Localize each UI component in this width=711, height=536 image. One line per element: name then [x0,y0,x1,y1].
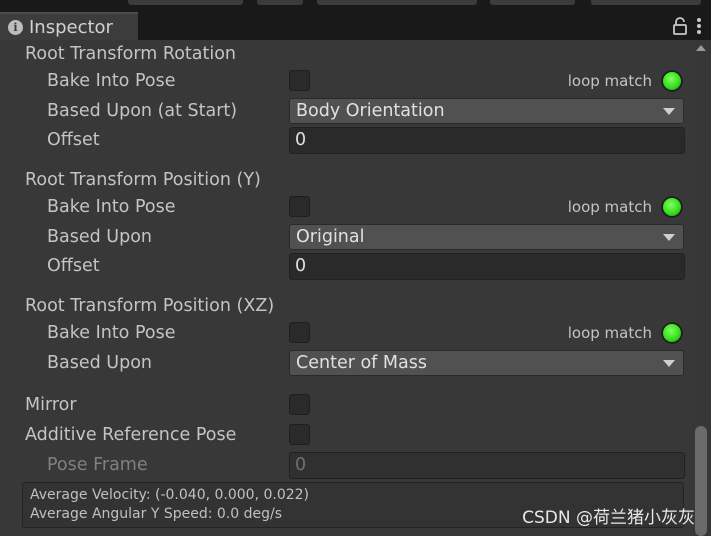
dropdown-value: Center of Mass [296,353,427,373]
toolbar-slot [257,0,303,5]
rotation-offset-row: Offset 0 [0,127,692,154]
loop-match-label: loop match [567,72,652,90]
loop-match-label: loop match [567,324,652,342]
chevron-down-icon [663,360,675,367]
loop-match-indicator-icon [661,322,683,344]
loop-match-indicator-icon [661,196,683,218]
rotation-offset-input[interactable]: 0 [289,127,685,154]
chevron-down-icon [663,234,675,241]
pose-frame-label: Pose Frame [47,455,148,475]
position-y-based-row: Based Upon Original [0,224,692,250]
loop-match-indicator-icon [661,70,683,92]
based-upon-label: Based Upon [47,227,152,247]
rotation-bake-checkbox[interactable] [289,70,310,91]
dropdown-value: Body Orientation [296,101,445,121]
bake-into-pose-label: Bake Into Pose [47,71,176,91]
lock-icon[interactable] [673,17,687,35]
section-heading: Root Transform Position (XZ) [25,296,275,316]
scrollbar-thumb[interactable] [695,426,707,536]
position-xz-bake-row: Bake Into Pose loop match [0,320,692,346]
based-upon-label: Based Upon (at Start) [47,101,238,121]
tab-inspector[interactable]: i Inspector [0,12,138,40]
mirror-row: Mirror [0,392,692,418]
dropdown-value: Original [296,227,365,247]
chevron-down-icon [663,108,675,115]
position-y-offset-row: Offset 0 [0,253,692,280]
scroll-up-icon[interactable] [696,45,706,51]
toolbar-slot [490,0,575,5]
rotation-bake-row: Bake Into Pose loop match [0,68,692,94]
position-xz-section: Root Transform Position (XZ) [0,293,692,319]
toolbar-slot [317,0,477,5]
mirror-checkbox[interactable] [289,394,310,415]
rotation-based-row: Based Upon (at Start) Body Orientation [0,98,692,124]
toolbar-slot [591,0,701,5]
offset-label: Offset [47,256,100,276]
vertical-scrollbar[interactable] [692,40,711,536]
tab-title: Inspector [29,16,113,38]
tab-controls [651,12,711,40]
bake-into-pose-label: Bake Into Pose [47,197,176,217]
additive-reference-pose-checkbox[interactable] [289,424,310,445]
position-y-offset-input[interactable]: 0 [289,253,685,280]
more-options-icon[interactable] [697,18,701,34]
loop-match-label: loop match [567,198,652,216]
additive-reference-pose-label: Additive Reference Pose [25,425,237,445]
position-xz-bake-checkbox[interactable] [289,322,310,343]
pose-frame-row: Pose Frame 0 [0,452,692,479]
section-heading: Root Transform Position (Y) [25,170,261,190]
position-y-based-upon-dropdown[interactable]: Original [289,224,684,250]
info-icon: i [8,19,23,35]
position-y-bake-checkbox[interactable] [289,196,310,217]
pose-frame-input: 0 [289,452,685,479]
position-y-section: Root Transform Position (Y) [0,167,692,193]
rotation-section: Root Transform Rotation [0,41,692,67]
additive-row: Additive Reference Pose [0,422,692,448]
based-upon-label: Based Upon [47,353,152,373]
position-xz-based-row: Based Upon Center of Mass [0,350,692,376]
position-xz-based-upon-dropdown[interactable]: Center of Mass [289,350,684,376]
offset-label: Offset [47,130,100,150]
toolbar-slot [128,0,243,5]
window-tab-bar: i Inspector [0,0,711,40]
section-heading: Root Transform Rotation [25,44,237,64]
position-y-bake-row: Bake Into Pose loop match [0,194,692,220]
mirror-label: Mirror [25,395,77,415]
inspector-content: Root Transform Rotation Bake Into Pose l… [0,40,692,536]
bake-into-pose-label: Bake Into Pose [47,323,176,343]
rotation-based-upon-dropdown[interactable]: Body Orientation [289,98,684,124]
watermark: CSDN @荷兰猪小灰灰 [522,508,695,528]
